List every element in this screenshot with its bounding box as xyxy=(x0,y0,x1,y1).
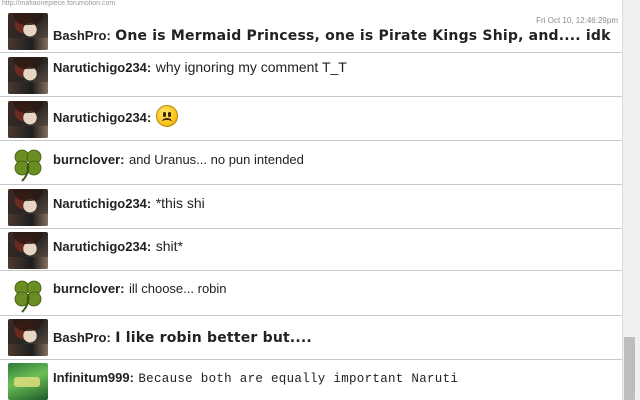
chat-message: Fri Oct 10, 12:46:29pm BashPro: One is M… xyxy=(0,7,622,53)
username[interactable]: Narutichigo234: xyxy=(53,60,151,75)
clover-icon xyxy=(14,280,42,313)
username[interactable]: Infinitum999: xyxy=(53,370,134,385)
scrollbar-thumb[interactable] xyxy=(624,337,635,400)
chatbox: Fri Oct 10, 12:46:29pm BashPro: One is M… xyxy=(0,7,622,400)
chat-message: Narutichigo234: *this shi xyxy=(0,185,622,229)
username[interactable]: burnclover: xyxy=(53,152,125,167)
user-avatar[interactable] xyxy=(8,57,48,94)
message-line: burnclover: ill choose... robin xyxy=(53,280,227,298)
message-text: I like robin better but.... xyxy=(115,330,312,346)
chat-message: Narutichigo234: shit* xyxy=(0,229,622,271)
message-text: and Uranus... no pun intended xyxy=(128,152,304,167)
page-url: http://mafiaonepiece.forumotion.com xyxy=(2,0,116,7)
user-avatar[interactable] xyxy=(8,319,48,356)
user-avatar[interactable] xyxy=(8,189,48,226)
chat-message: Infinitum999: Because both are equally i… xyxy=(0,360,622,400)
sad-emoji-icon xyxy=(155,105,178,127)
message-line: Narutichigo234: xyxy=(53,105,178,129)
chat-message: Narutichigo234: why ignoring my comment … xyxy=(0,53,622,97)
message-line: BashPro: I like robin better but.... xyxy=(53,329,312,347)
message-line: Narutichigo234: shit* xyxy=(53,238,183,256)
username[interactable]: Narutichigo234: xyxy=(53,196,151,211)
user-avatar[interactable] xyxy=(8,13,48,50)
username[interactable]: burnclover: xyxy=(53,281,125,296)
clover-avatar[interactable] xyxy=(8,276,48,313)
username[interactable]: BashPro: xyxy=(53,330,111,345)
message-text: shit* xyxy=(155,238,183,254)
message-text: One is Mermaid Princess, one is Pirate K… xyxy=(115,28,611,44)
chat-message: Narutichigo234: xyxy=(0,97,622,141)
username[interactable]: BashPro: xyxy=(53,28,111,43)
chat-message: burnclover: and Uranus... no pun intende… xyxy=(0,141,622,185)
message-text: ill choose... robin xyxy=(128,281,227,296)
clover-icon xyxy=(14,149,42,182)
chat-message: burnclover: ill choose... robin xyxy=(0,271,622,316)
message-timestamp: Fri Oct 10, 12:46:29pm xyxy=(536,16,618,25)
user-avatar[interactable] xyxy=(8,363,48,400)
user-avatar[interactable] xyxy=(8,232,48,269)
message-line: Infinitum999: Because both are equally i… xyxy=(53,369,458,387)
username[interactable]: Narutichigo234: xyxy=(53,239,151,254)
chat-message: BashPro: I like robin better but.... xyxy=(0,316,622,360)
message-text: why ignoring my comment T_T xyxy=(155,59,347,75)
clover-avatar[interactable] xyxy=(8,145,48,182)
message-line: Narutichigo234: *this shi xyxy=(53,195,205,213)
user-avatar[interactable] xyxy=(8,101,48,138)
username[interactable]: Narutichigo234: xyxy=(53,110,151,125)
message-line: BashPro: One is Mermaid Princess, one is… xyxy=(53,27,611,45)
message-line: Narutichigo234: why ignoring my comment … xyxy=(53,59,347,77)
message-text: Because both are equally important Narut… xyxy=(138,372,459,386)
message-text: *this shi xyxy=(155,195,205,211)
message-line: burnclover: and Uranus... no pun intende… xyxy=(53,151,304,169)
